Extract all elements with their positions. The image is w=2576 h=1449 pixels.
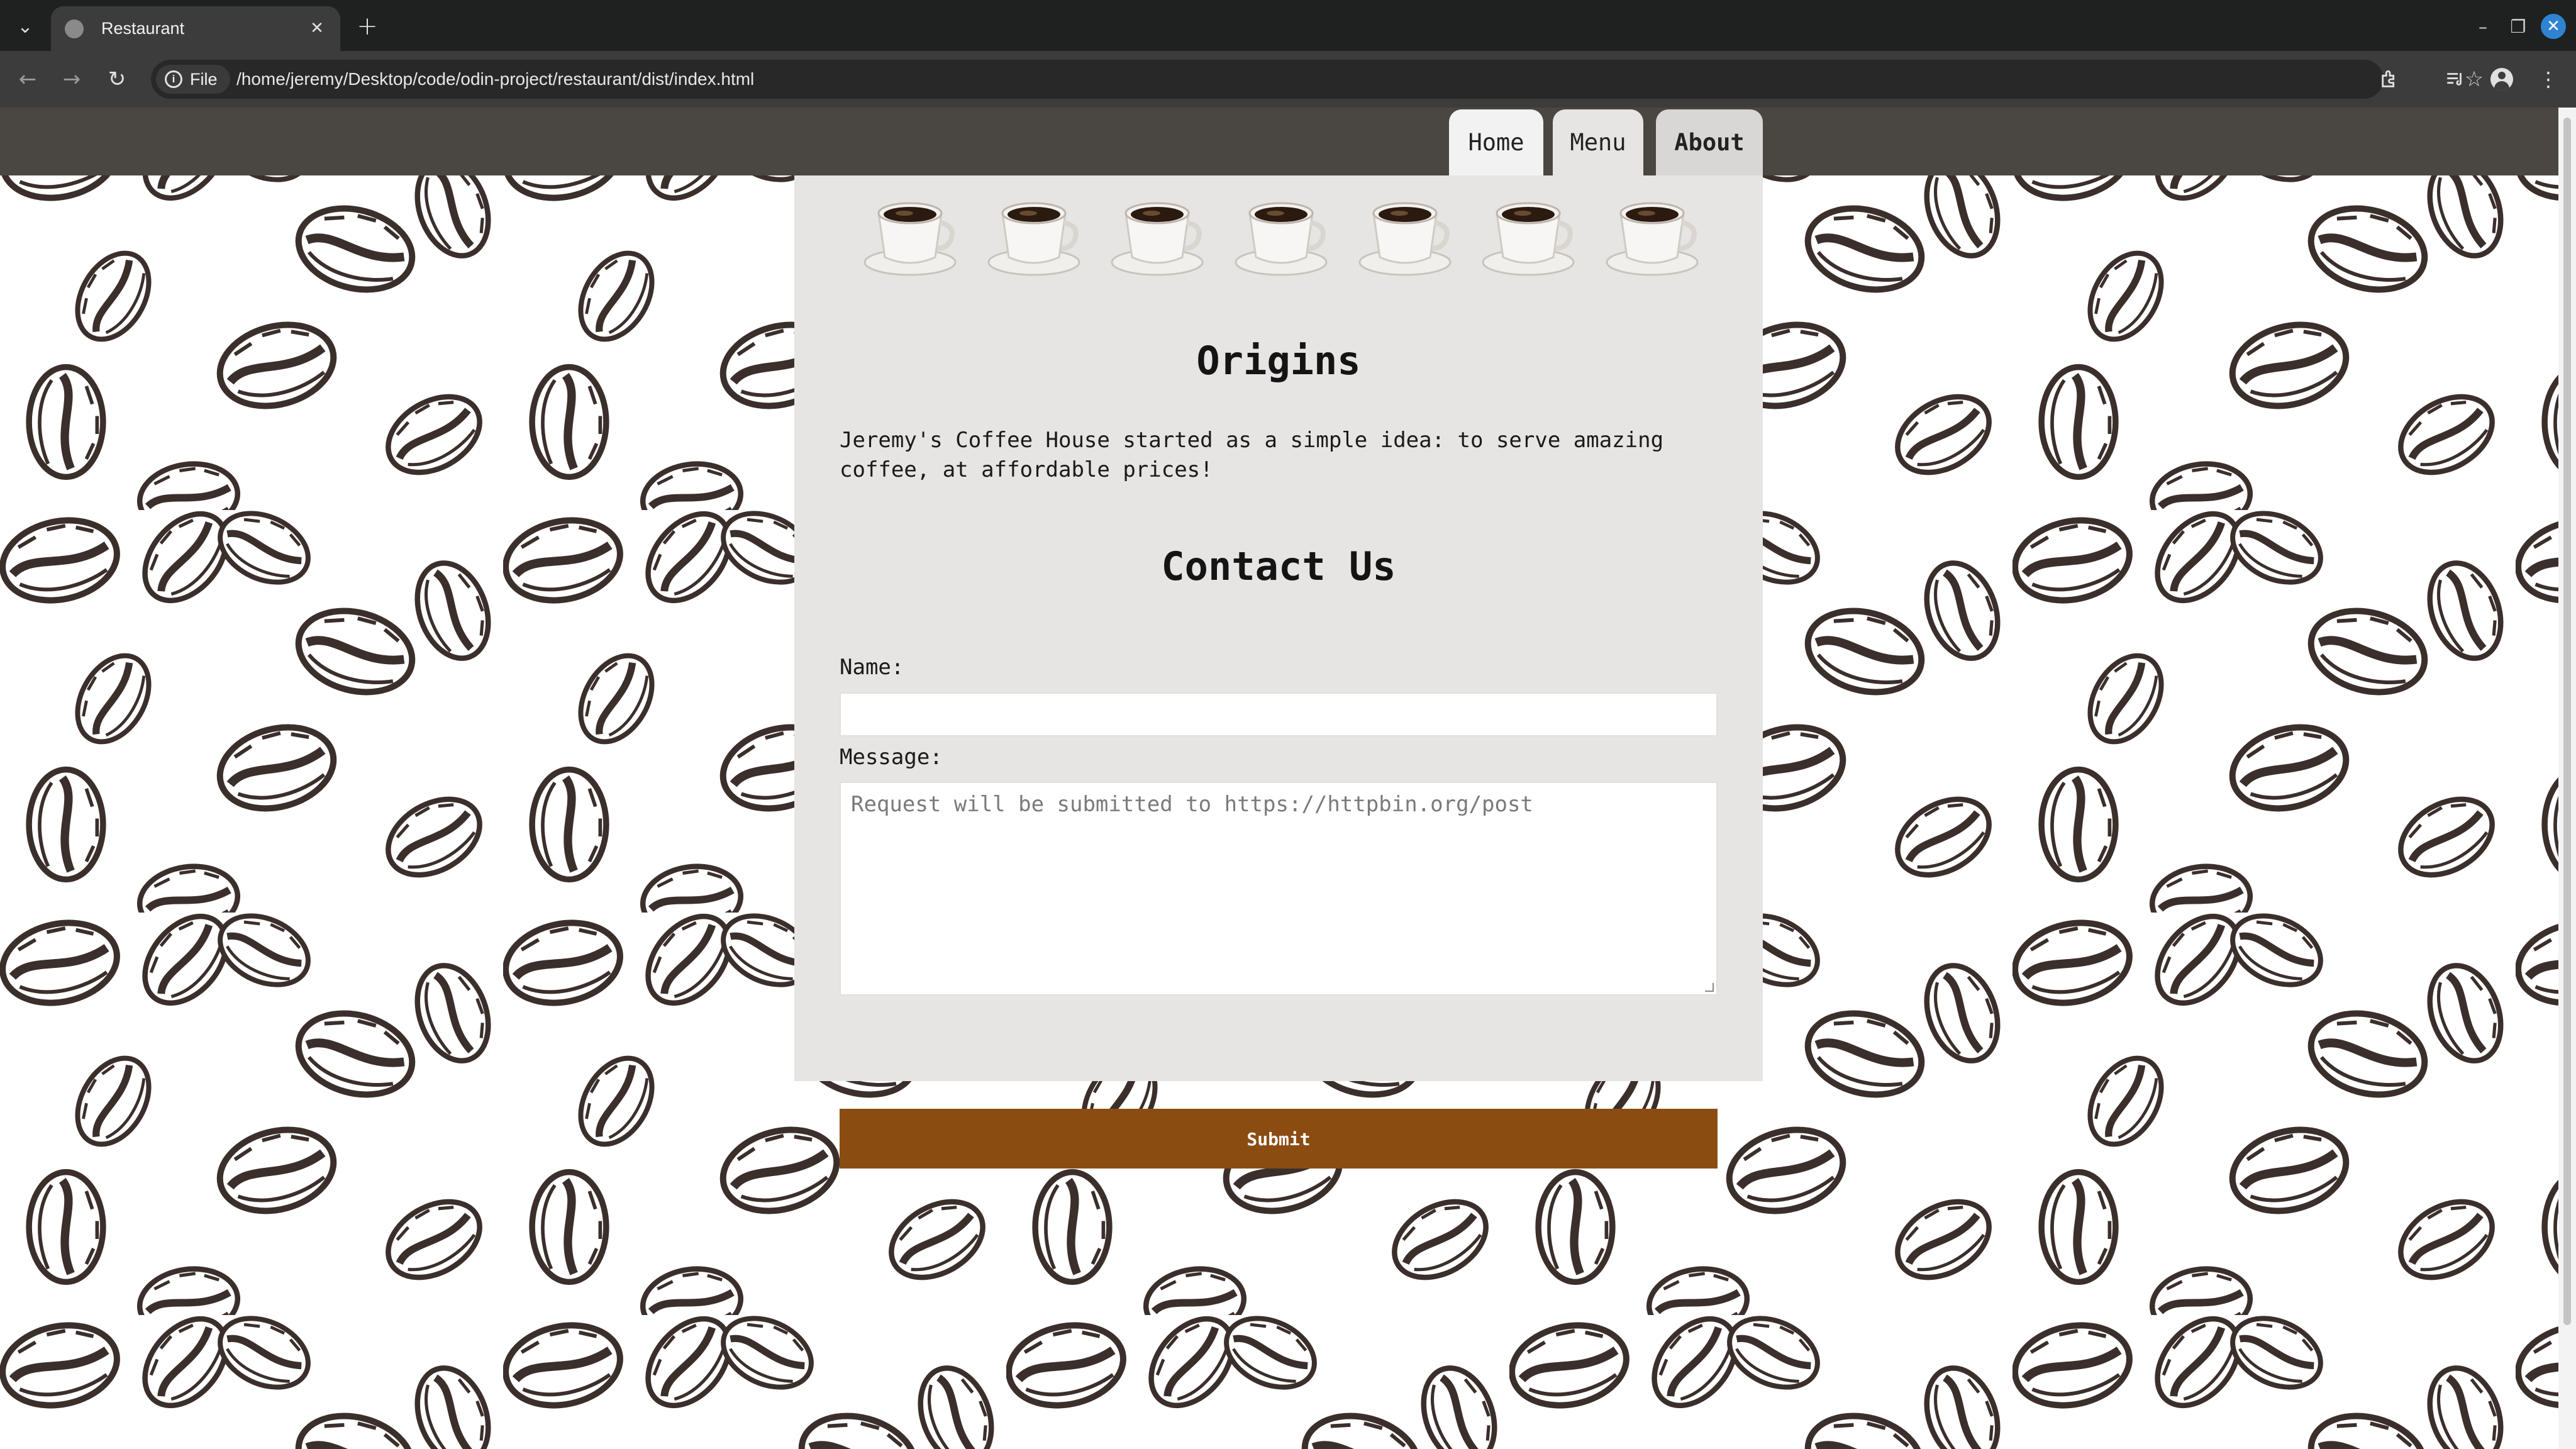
name-field[interactable] bbox=[840, 692, 1718, 736]
submit-label: Submit bbox=[1246, 1129, 1310, 1150]
media-control-icon[interactable] bbox=[2440, 64, 2470, 94]
browser-toolbar: ← → ↻ i File /home/jeremy/Desktop/code/o… bbox=[0, 51, 2576, 108]
scrollbar-thumb[interactable] bbox=[2563, 118, 2571, 1325]
info-icon: i bbox=[165, 70, 182, 88]
coffee-cup-icon bbox=[1606, 202, 1699, 276]
url-text[interactable]: /home/jeremy/Desktop/code/odin-project/r… bbox=[236, 60, 754, 99]
origins-text: Jeremy's Coffee House started as a simpl… bbox=[840, 428, 1664, 482]
coffee-cup-icon bbox=[1111, 202, 1204, 276]
nav-tab-about[interactable]: About bbox=[1656, 109, 1763, 175]
message-placeholder: Request will be submitted to https://htt… bbox=[851, 792, 1533, 817]
globe-icon bbox=[65, 19, 84, 38]
name-label: Name: bbox=[840, 655, 904, 680]
coffee-cup-icon bbox=[1358, 202, 1452, 276]
coffee-cup-row bbox=[857, 188, 1706, 282]
tab-close-icon[interactable]: ✕ bbox=[305, 16, 329, 40]
browser-tab-bar: ⌄ Restaurant ✕ + – ❐ ✕ bbox=[0, 0, 2576, 51]
tab-title: Restaurant bbox=[101, 19, 185, 38]
new-tab-plus-icon[interactable]: + bbox=[352, 11, 382, 42]
about-panel: Origins Jeremy's Coffee House started as… bbox=[794, 175, 1763, 1169]
site-info-chip[interactable]: i File bbox=[156, 65, 230, 94]
window-restore-icon[interactable]: ❐ bbox=[2503, 11, 2533, 42]
origins-heading: Origins bbox=[1196, 338, 1361, 384]
nav-tab-home[interactable]: Home bbox=[1449, 109, 1543, 175]
reload-icon[interactable]: ↻ bbox=[102, 64, 132, 94]
address-bar[interactable]: i File /home/jeremy/Desktop/code/odin-pr… bbox=[151, 60, 2484, 99]
coffee-cup-icon bbox=[863, 202, 957, 276]
coffee-cup-icon bbox=[987, 202, 1080, 276]
window-close-icon[interactable]: ✕ bbox=[2538, 11, 2568, 42]
contact-heading: Contact Us bbox=[1161, 543, 1396, 589]
nav-tab-menu[interactable]: Menu bbox=[1553, 109, 1643, 175]
browser-tab[interactable]: Restaurant ✕ bbox=[51, 6, 340, 51]
profile-avatar-icon[interactable] bbox=[2487, 64, 2517, 94]
site-info-label: File bbox=[190, 69, 218, 89]
forward-arrow-icon[interactable]: → bbox=[57, 64, 87, 94]
browser-menu-kebab-icon[interactable]: ⋮ bbox=[2533, 64, 2563, 94]
extensions-puzzle-icon[interactable] bbox=[2375, 64, 2405, 94]
page-viewport: Home Menu About Origins Jeremy's Coffee … bbox=[0, 108, 2558, 1449]
resize-handle-icon[interactable] bbox=[1705, 983, 1714, 992]
back-arrow-icon[interactable]: ← bbox=[13, 64, 43, 94]
window-minimize-icon[interactable]: – bbox=[2468, 11, 2498, 42]
coffee-cup-icon bbox=[1482, 202, 1575, 276]
message-field[interactable]: Request will be submitted to https://htt… bbox=[840, 782, 1718, 996]
page-scrollbar[interactable] bbox=[2558, 108, 2576, 1449]
message-label: Message: bbox=[840, 745, 943, 770]
tab-search-chevron-icon[interactable]: ⌄ bbox=[6, 8, 44, 45]
coffee-cup-icon bbox=[1235, 202, 1328, 276]
submit-button[interactable]: Submit bbox=[840, 1109, 1718, 1169]
site-header: Home Menu About bbox=[0, 108, 2558, 175]
